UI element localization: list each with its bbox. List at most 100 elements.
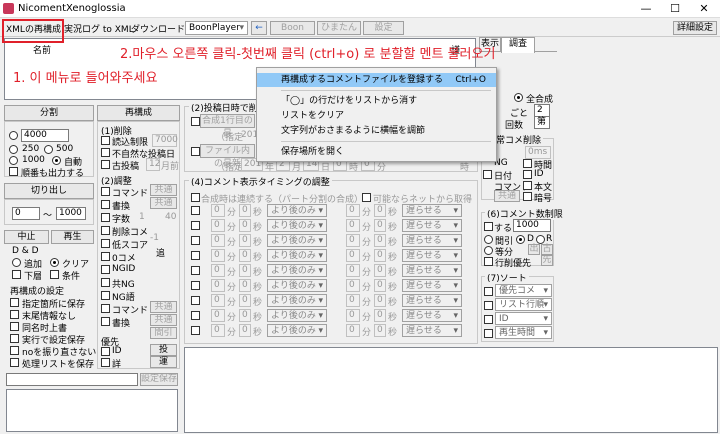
cutout-to-input[interactable]: 1000 (56, 207, 86, 220)
prio-post-button[interactable]: 投 (150, 344, 177, 356)
settings-list[interactable] (6, 389, 178, 432)
ngid-checkbox[interactable] (101, 265, 110, 274)
timing-right-minutes[interactable]: 0 (346, 204, 360, 217)
timing-left-seconds[interactable]: 0 (239, 264, 251, 277)
timing-right-mode-select[interactable]: 遅らせる (402, 249, 462, 262)
timing-left-seconds[interactable]: 0 (239, 294, 251, 307)
minimize-button[interactable]: — (632, 1, 660, 16)
tab-investigate[interactable]: 調査 (501, 37, 535, 53)
even-radio[interactable] (484, 246, 493, 255)
timing-right-seconds[interactable]: 0 (374, 234, 386, 247)
timing-left-mode-select[interactable]: より後のみ (267, 279, 327, 292)
r-radio[interactable] (536, 235, 545, 244)
timing-right-minutes[interactable]: 0 (346, 294, 360, 307)
maximize-button[interactable]: ☐ (661, 1, 689, 16)
thin-radio[interactable] (484, 235, 493, 244)
setting1-checkbox[interactable] (10, 298, 19, 307)
play-button[interactable]: 再生 (51, 230, 94, 244)
oldpost-checkbox[interactable] (101, 160, 110, 169)
ctx-clear-list[interactable]: リストをクリア (257, 109, 496, 123)
shoka-common-button[interactable]: 共通 (150, 314, 177, 326)
dnd-cond-checkbox[interactable] (50, 270, 59, 279)
timing-right-minutes[interactable]: 0 (346, 264, 360, 277)
timing-left-minutes[interactable]: 0 (211, 264, 225, 277)
split-radio-1000[interactable] (9, 156, 18, 165)
close-button[interactable]: ✕ (690, 1, 718, 16)
ngword-checkbox[interactable] (101, 291, 110, 300)
timing-left-seconds[interactable]: 0 (239, 234, 251, 247)
timing-left-mode-select[interactable]: より後のみ (267, 294, 327, 307)
setting5-checkbox[interactable] (10, 346, 19, 355)
player-select[interactable]: BoonPlayer (185, 21, 248, 35)
timing-right-seconds[interactable]: 0 (374, 249, 386, 262)
timing-right-seconds[interactable]: 0 (374, 219, 386, 232)
split-radio-250[interactable] (9, 145, 18, 154)
split-radio-auto[interactable] (52, 156, 61, 165)
timing-right-minutes[interactable]: 0 (346, 234, 360, 247)
timing-right-mode-select[interactable]: 遅らせる (402, 324, 462, 337)
split-value-input[interactable]: 4000 (21, 129, 69, 142)
timing-right-minutes[interactable]: 0 (346, 219, 360, 232)
timing-left-mode-select[interactable]: より後のみ (267, 324, 327, 337)
timing-left-seconds[interactable]: 0 (239, 324, 251, 337)
timing-right-seconds[interactable]: 0 (374, 324, 386, 337)
sort1-select[interactable]: 優先コメ (495, 284, 552, 297)
zero-checkbox[interactable] (101, 252, 110, 261)
limit-checkbox[interactable] (484, 222, 493, 231)
cutout-button[interactable]: 切り出し (4, 183, 94, 199)
timing-right-minutes[interactable]: 0 (346, 309, 360, 322)
setting3-checkbox[interactable] (10, 322, 19, 331)
dnd-clear-radio[interactable] (50, 258, 59, 267)
chars-checkbox[interactable] (101, 213, 110, 222)
timing-left-mode-select[interactable]: より後のみ (267, 219, 327, 232)
timing-net-checkbox[interactable] (362, 193, 371, 202)
timing-right-minutes[interactable]: 0 (346, 324, 360, 337)
menu-download[interactable]: ダウンロード (131, 22, 185, 35)
timing-right-seconds[interactable]: 0 (374, 279, 386, 292)
timing-left-mode-select[interactable]: より後のみ (267, 234, 327, 247)
timing-left-minutes[interactable]: 0 (211, 204, 225, 217)
hinagata-button[interactable]: ひまたん (317, 21, 361, 35)
detail-settings-button[interactable]: 詳細設定 (673, 21, 717, 35)
hash-checkbox[interactable] (523, 192, 532, 201)
out-button[interactable]: 出 (528, 244, 540, 255)
timing-concat-checkbox[interactable] (191, 193, 200, 202)
common-r-button[interactable]: 共通 (494, 190, 520, 202)
sort3-checkbox[interactable] (484, 315, 493, 324)
d-radio[interactable] (516, 235, 525, 244)
boon-button[interactable]: Boon (270, 21, 315, 35)
timing-left-checkbox[interactable] (191, 311, 200, 320)
timing-right-minutes[interactable]: 0 (346, 249, 360, 262)
body-checkbox[interactable] (523, 181, 532, 190)
timing-left-checkbox[interactable] (191, 251, 200, 260)
id-checkbox[interactable] (523, 170, 532, 179)
settings-save-button[interactable]: 設定保存 (140, 373, 178, 386)
arrow-left-button[interactable]: ← (251, 21, 267, 35)
time-checkbox[interactable] (523, 159, 532, 168)
ctx-remove-circle-rows[interactable]: 「◯」の行だけをリストから消す (257, 94, 496, 108)
output-list[interactable] (184, 347, 718, 433)
timing-left-seconds[interactable]: 0 (239, 279, 251, 292)
postdate-line1-checkbox[interactable] (191, 117, 200, 126)
gap-button[interactable]: 間引 (150, 327, 177, 339)
timing-left-minutes[interactable]: 0 (211, 234, 225, 247)
timing-right-mode-select[interactable]: 遅らせる (402, 279, 462, 292)
prio-luck-button[interactable]: 運 (150, 356, 177, 368)
timing-left-seconds[interactable]: 0 (239, 204, 251, 217)
timing-left-minutes[interactable]: 0 (211, 249, 225, 262)
timing-left-minutes[interactable]: 0 (211, 324, 225, 337)
timing-left-checkbox[interactable] (191, 221, 200, 230)
cmd2-common-button[interactable]: 共通 (150, 301, 177, 313)
timing-right-mode-select[interactable]: 遅らせる (402, 309, 462, 322)
timing-left-seconds[interactable]: 0 (239, 219, 251, 232)
timing-left-minutes[interactable]: 0 (211, 294, 225, 307)
shuffle-checkbox[interactable] (9, 167, 18, 176)
timing-left-checkbox[interactable] (191, 236, 200, 245)
oldpost-input[interactable]: 12 (146, 158, 160, 171)
timing-left-mode-select[interactable]: より後のみ (267, 264, 327, 277)
timing-right-minutes[interactable]: 0 (346, 279, 360, 292)
shoka-checkbox[interactable] (101, 317, 110, 326)
timing-left-checkbox[interactable] (191, 266, 200, 275)
rewrite-common-button[interactable]: 共通 (150, 197, 177, 209)
timing-right-mode-select[interactable]: 遅らせる (402, 219, 462, 232)
